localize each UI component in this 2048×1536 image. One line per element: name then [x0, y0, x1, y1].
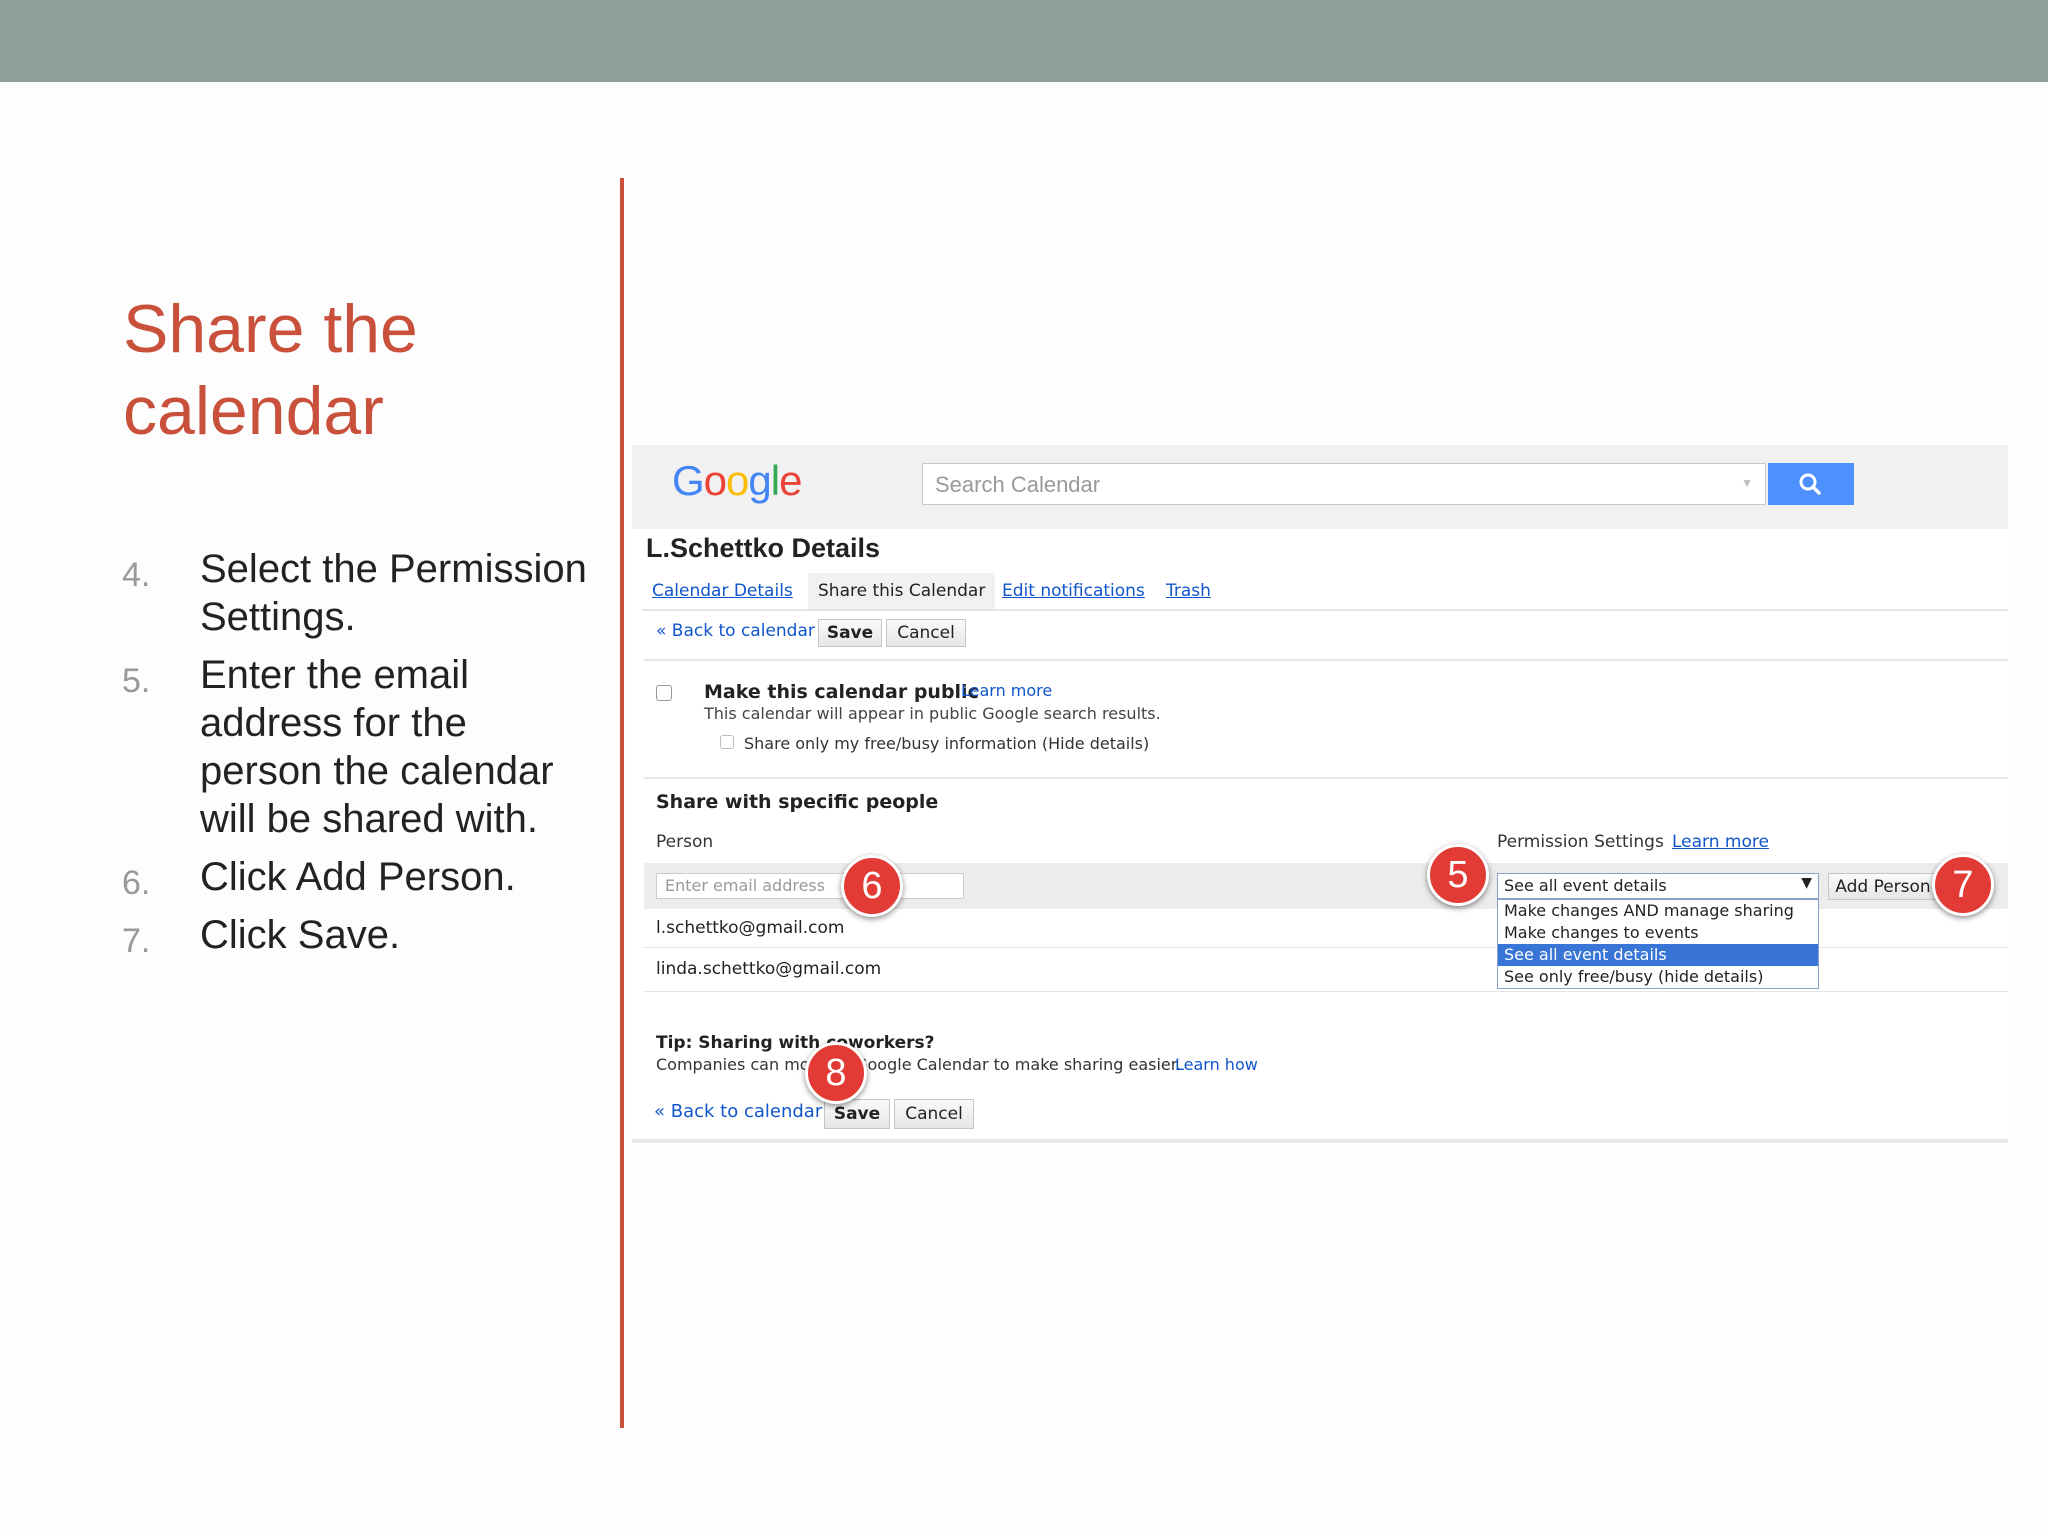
step-item: 4. Select the Permission Settings. — [120, 545, 590, 641]
permission-option[interactable]: See only free/busy (hide details) — [1498, 966, 1818, 988]
search-placeholder: Search Calendar — [935, 472, 1101, 497]
public-learn-more-link[interactable]: Learn more — [961, 681, 1052, 700]
permission-learn-more-link[interactable]: Learn more — [1672, 832, 1769, 852]
step-text: Enter the email address for the person t… — [200, 653, 554, 841]
search-button[interactable] — [1768, 463, 1854, 505]
person-column-header: Person — [656, 832, 714, 852]
public-description: This calendar will appear in public Goog… — [704, 704, 1161, 723]
public-checkbox[interactable] — [656, 685, 672, 701]
freebusy-label: Share only my free/busy information (Hid… — [744, 734, 1150, 753]
shared-person-email: l.schettko@gmail.com — [656, 918, 845, 938]
cancel-button-bottom[interactable]: Cancel — [894, 1099, 974, 1129]
public-label: Make this calendar public — [704, 681, 979, 703]
shared-person-email: linda.schettko@gmail.com — [656, 959, 882, 979]
step-item: 5. Enter the email address for the perso… — [120, 651, 590, 843]
tab-edit-notifications[interactable]: Edit notifications — [992, 573, 1155, 609]
google-logo-letter: l — [770, 457, 780, 504]
tip-learn-how-link[interactable]: Learn how — [1175, 1055, 1258, 1074]
permission-dropdown-list: Make changes AND manage sharing Make cha… — [1497, 899, 1819, 989]
step-item: 6. Click Add Person. — [120, 853, 590, 902]
slide-divider — [620, 178, 624, 1428]
share-heading: Share with specific people — [656, 791, 939, 813]
row-divider — [644, 991, 2008, 992]
divider — [644, 777, 2008, 779]
search-input[interactable]: Search Calendar ▼ — [922, 463, 1766, 505]
add-person-button[interactable]: Add Person — [1828, 873, 1938, 900]
page-title: L.Schettko Details — [646, 533, 881, 563]
google-logo-letter: g — [748, 457, 771, 504]
google-logo-letter: e — [779, 457, 802, 504]
slide-title-line-2: calendar — [123, 373, 384, 449]
search-icon — [1799, 473, 1821, 495]
save-button-top[interactable]: Save — [818, 619, 882, 647]
tip-text: Companies can move to Google Calendar to… — [656, 1055, 1181, 1074]
freebusy-checkbox[interactable] — [720, 735, 734, 749]
callout-badge-6: 6 — [841, 855, 903, 917]
permission-column-header: Permission Settings — [1497, 832, 1664, 852]
permission-option[interactable]: Make changes to events — [1498, 922, 1818, 944]
permission-select[interactable]: See all event details ▼ — [1497, 873, 1819, 899]
back-to-calendar-link-bottom[interactable]: « Back to calendar — [654, 1101, 822, 1122]
search-options-icon[interactable]: ▼ — [1741, 476, 1753, 490]
steps-list: 4. Select the Permission Settings. 5. En… — [120, 545, 590, 969]
tab-calendar-details[interactable]: Calendar Details — [642, 573, 803, 609]
slide-title-line-1: Share the — [123, 291, 418, 367]
chevron-down-icon: ▼ — [1801, 875, 1812, 891]
email-input[interactable]: Enter email address — [656, 873, 964, 899]
back-to-calendar-link-top[interactable]: « Back to calendar — [656, 621, 815, 641]
tab-bar: Calendar Details Share this Calendar Edi… — [642, 573, 2008, 611]
cancel-button-top[interactable]: Cancel — [886, 619, 966, 647]
callout-badge-5: 5 — [1427, 844, 1489, 906]
step-number: 4. — [122, 556, 151, 594]
google-logo-letter: o — [726, 457, 749, 504]
callout-badge-7: 7 — [1932, 854, 1994, 916]
step-number: 5. — [122, 662, 151, 700]
divider — [644, 659, 2008, 661]
google-logo-letter: o — [703, 457, 727, 504]
step-number: 6. — [122, 864, 151, 902]
google-header: Google Search Calendar ▼ — [632, 445, 2008, 529]
permission-selected-value: See all event details — [1504, 876, 1667, 895]
step-text: Select the Permission Settings. — [200, 547, 587, 639]
permission-option-selected[interactable]: See all event details — [1498, 944, 1818, 966]
step-number: 7. — [122, 922, 151, 960]
calendar-screenshot: Google Search Calendar ▼ L.Schettko Deta… — [632, 445, 2008, 1145]
slide-top-bar — [0, 0, 2048, 82]
tab-share-calendar[interactable]: Share this Calendar — [808, 573, 996, 609]
slide-title: Share the calendar — [123, 288, 543, 452]
tab-trash[interactable]: Trash — [1156, 573, 1221, 609]
tip-heading: Tip: Sharing with coworkers? — [656, 1033, 935, 1053]
step-text: Click Save. — [200, 913, 401, 957]
bottom-border — [632, 1139, 2008, 1143]
step-item: 7. Click Save. — [120, 911, 590, 960]
callout-badge-8: 8 — [805, 1042, 867, 1104]
google-logo: Google — [672, 457, 802, 505]
email-placeholder: Enter email address — [665, 876, 826, 895]
step-text: Click Add Person. — [200, 855, 516, 899]
google-logo-letter: G — [672, 457, 705, 504]
permission-option[interactable]: Make changes AND manage sharing — [1498, 900, 1818, 922]
